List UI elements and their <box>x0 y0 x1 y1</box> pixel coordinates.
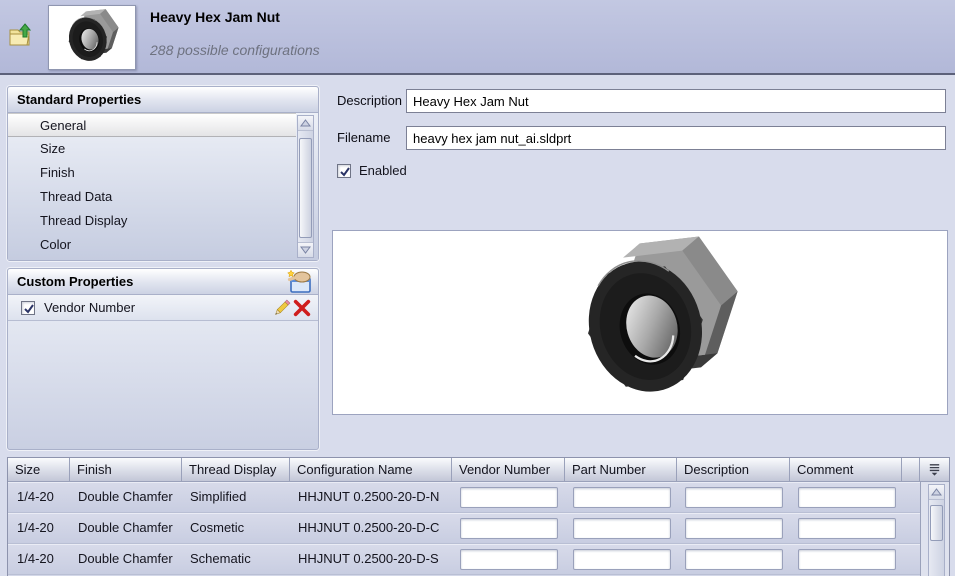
standard-properties-panel: Standard Properties General Size Finish … <box>7 86 319 261</box>
configuration-name-cell: HHJNUT 0.2500-20-D-C <box>290 513 452 543</box>
part-number-input[interactable] <box>573 549 671 570</box>
filename-input[interactable] <box>406 126 946 150</box>
comment-input[interactable] <box>798 487 896 508</box>
table-row[interactable]: 1/4-20 Double Chamfer Schematic HHJNUT 0… <box>8 544 920 575</box>
custom-properties-panel: Custom Properties Vendor Number <box>7 268 319 450</box>
vendor-number-input[interactable] <box>460 487 558 508</box>
size-cell: 1/4-20 <box>8 513 70 543</box>
description-input[interactable] <box>406 89 946 113</box>
vendor-number-input[interactable] <box>460 549 558 570</box>
standard-property-item[interactable]: Color <box>8 233 296 257</box>
table-row[interactable]: 1/4-20 Double Chamfer Cosmetic HHJNUT 0.… <box>8 513 920 544</box>
description-cell-input[interactable] <box>685 487 783 508</box>
folder-up-icon[interactable] <box>8 22 35 49</box>
part-preview <box>332 230 948 415</box>
column-header[interactable]: Description <box>677 458 790 482</box>
thread-display-cell: Schematic <box>182 544 290 574</box>
column-header[interactable]: Comment <box>790 458 902 482</box>
description-label: Description <box>337 93 402 108</box>
new-property-icon[interactable] <box>286 269 313 295</box>
comment-input[interactable] <box>798 549 896 570</box>
hex-nut-preview-image <box>555 233 761 413</box>
enabled-label: Enabled <box>359 163 407 178</box>
size-cell: 1/4-20 <box>8 482 70 512</box>
standard-properties-list: General Size Finish Thread Data Thread D… <box>8 113 318 260</box>
comment-input[interactable] <box>798 518 896 539</box>
standard-properties-header: Standard Properties <box>8 87 318 113</box>
pencil-icon[interactable] <box>272 298 292 318</box>
hex-nut-thumbnail-image <box>52 8 132 68</box>
scroll-down-button[interactable] <box>298 242 313 257</box>
custom-property-label: Vendor Number <box>44 300 272 315</box>
custom-property-row[interactable]: Vendor Number <box>8 295 318 321</box>
thread-display-cell: Simplified <box>182 482 290 512</box>
finish-cell: Double Chamfer <box>70 513 182 543</box>
configurations-table: Size Finish Thread Display Configuration… <box>7 457 950 576</box>
table-scrollbar-thumb[interactable] <box>930 505 943 541</box>
vendor-number-input[interactable] <box>460 518 558 539</box>
standard-property-item[interactable]: Size <box>8 137 296 161</box>
part-number-input[interactable] <box>573 487 671 508</box>
custom-properties-header: Custom Properties <box>8 269 318 295</box>
column-header[interactable]: Configuration Name <box>290 458 452 482</box>
standard-property-item[interactable]: Thread Display <box>8 209 296 233</box>
column-header[interactable]: Part Number <box>565 458 677 482</box>
standard-property-item[interactable]: Finish <box>8 161 296 185</box>
table-body: 1/4-20 Double Chamfer Simplified HHJNUT … <box>8 482 920 575</box>
configuration-name-cell: HHJNUT 0.2500-20-D-S <box>290 544 452 574</box>
part-number-input[interactable] <box>573 518 671 539</box>
column-header[interactable]: Vendor Number <box>452 458 565 482</box>
standard-properties-scrollbar[interactable] <box>297 115 314 258</box>
description-cell-input[interactable] <box>685 549 783 570</box>
standard-property-label: Thread Display <box>40 213 127 228</box>
arrow-down-icon <box>300 246 311 254</box>
filename-label: Filename <box>337 130 390 145</box>
standard-property-label: Thread Data <box>40 189 112 204</box>
column-header[interactable]: Thread Display <box>182 458 290 482</box>
custom-properties-title: Custom Properties <box>17 274 133 289</box>
finish-cell: Double Chamfer <box>70 482 182 512</box>
part-header: Heavy Hex Jam Nut 288 possible configura… <box>0 0 955 75</box>
scrollbar-thumb[interactable] <box>299 138 312 238</box>
standard-property-item[interactable]: Thread Data <box>8 185 296 209</box>
enabled-checkbox[interactable] <box>337 164 351 178</box>
table-row[interactable]: 1/4-20 Double Chamfer Simplified HHJNUT … <box>8 482 920 513</box>
standard-property-label: General <box>40 118 86 133</box>
arrow-up-icon <box>931 488 942 496</box>
table-scrollbar[interactable] <box>928 484 945 576</box>
standard-property-label: Color <box>40 237 71 252</box>
configuration-name-cell: HHJNUT 0.2500-20-D-N <box>290 482 452 512</box>
spare-header-cell <box>902 458 920 482</box>
configurations-count: 288 possible configurations <box>150 42 320 58</box>
table-scroll-up-button[interactable] <box>929 485 944 500</box>
arrow-up-icon <box>300 119 311 127</box>
standard-property-item[interactable]: General <box>8 113 296 137</box>
column-options-button[interactable] <box>920 458 949 482</box>
page-title: Heavy Hex Jam Nut <box>150 9 280 25</box>
check-icon <box>338 165 352 179</box>
table-scroll-column <box>920 482 949 576</box>
delete-x-icon[interactable] <box>292 298 312 318</box>
thread-display-cell: Cosmetic <box>182 513 290 543</box>
column-header[interactable]: Finish <box>70 458 182 482</box>
scroll-up-button[interactable] <box>298 116 313 131</box>
size-cell: 1/4-20 <box>8 544 70 574</box>
column-options-icon <box>927 462 942 477</box>
enabled-row: Enabled <box>337 163 407 178</box>
standard-property-label: Finish <box>40 165 75 180</box>
custom-property-checkbox[interactable] <box>21 301 35 315</box>
standard-property-label: Size <box>40 141 65 156</box>
finish-cell: Double Chamfer <box>70 544 182 574</box>
description-cell-input[interactable] <box>685 518 783 539</box>
part-thumbnail <box>48 5 136 70</box>
column-header[interactable]: Size <box>8 458 70 482</box>
check-icon <box>22 302 36 316</box>
standard-properties-title: Standard Properties <box>17 92 141 107</box>
table-header-row: Size Finish Thread Display Configuration… <box>8 458 949 482</box>
